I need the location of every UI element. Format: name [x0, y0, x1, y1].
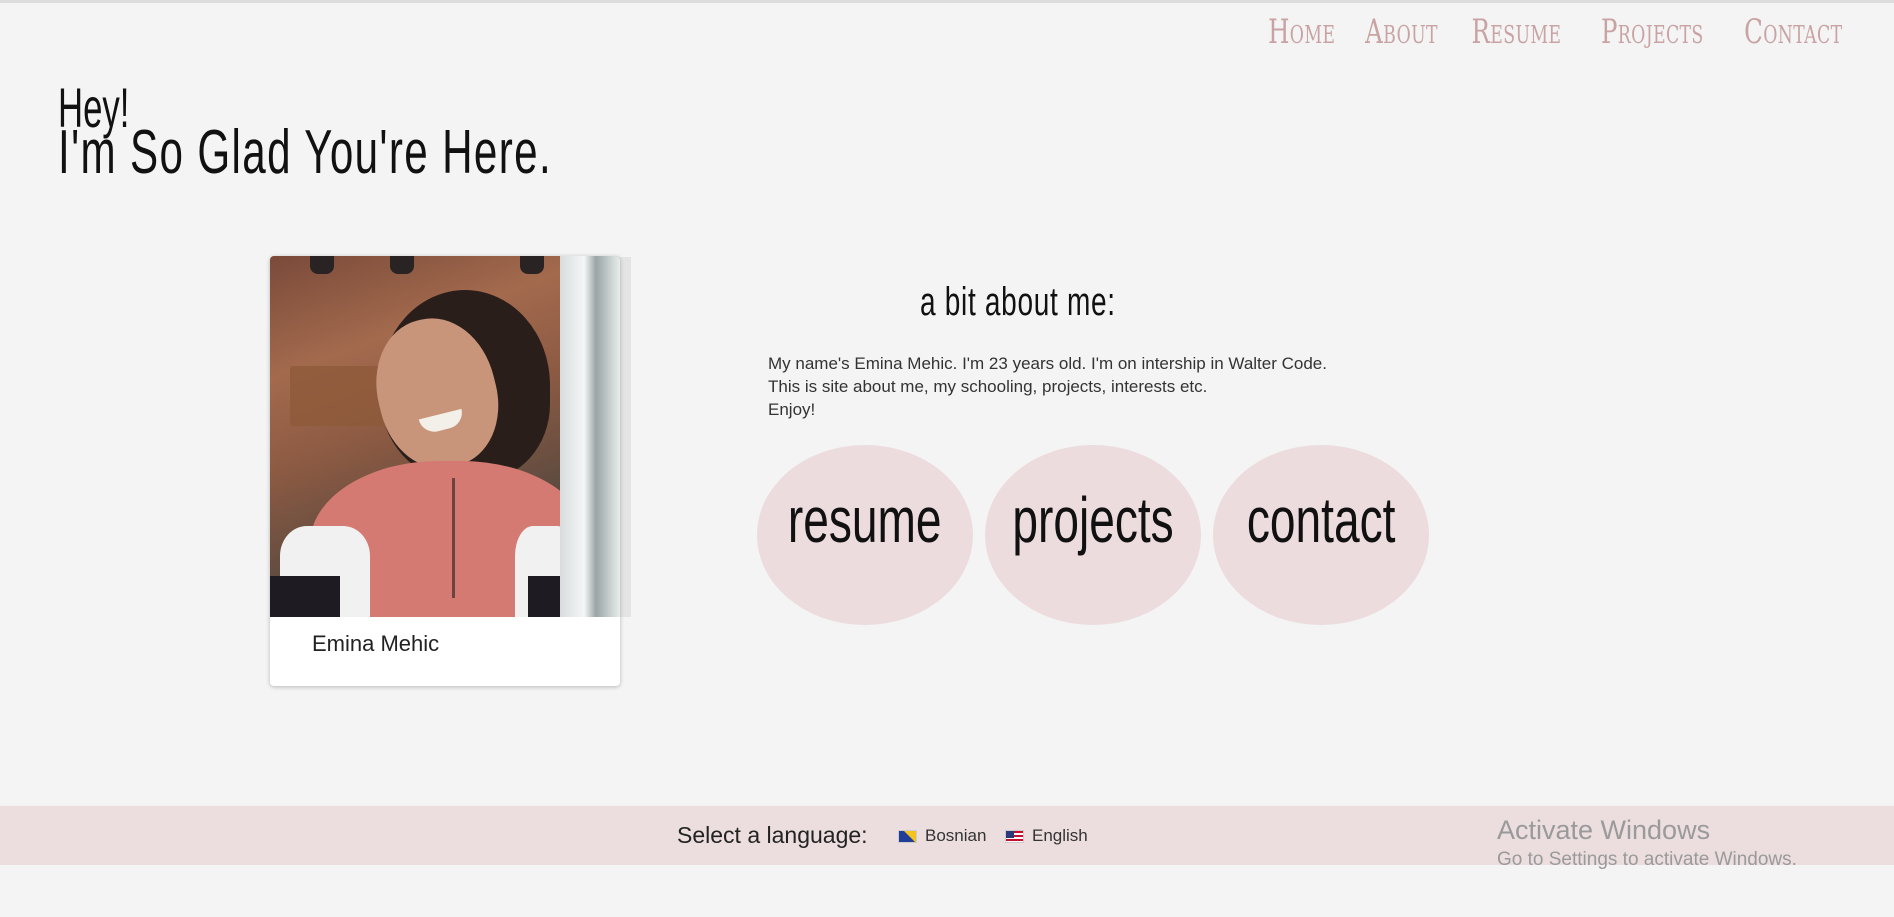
- resume-link[interactable]: resume: [757, 445, 973, 625]
- nav-contact[interactable]: Contact: [1745, 12, 1843, 52]
- profile-name: Emina Mehic: [312, 631, 440, 656]
- about-line: This is site about me, my schooling, pro…: [768, 377, 1208, 396]
- contact-link-label: contact: [1246, 484, 1396, 556]
- bosnia-flag-icon: [898, 829, 917, 843]
- profile-card: Emina Mehic: [270, 256, 620, 686]
- language-bosnian[interactable]: Bosnian: [898, 826, 986, 846]
- projects-link-label: projects: [1012, 484, 1174, 556]
- hero-welcome: I'm So Glad You're Here.: [58, 118, 553, 187]
- about-title: a bit about me:: [920, 280, 1116, 324]
- nav-projects[interactable]: Projects: [1601, 12, 1704, 52]
- about-text: My name's Emina Mehic. I'm 23 years old.…: [768, 352, 1327, 421]
- language-bosnian-label: Bosnian: [925, 826, 987, 845]
- resume-link-label: resume: [788, 484, 942, 556]
- activate-windows-title: Activate Windows: [1497, 815, 1711, 845]
- about-line: My name's Emina Mehic. I'm 23 years old.…: [768, 354, 1327, 373]
- projects-link[interactable]: projects: [985, 445, 1201, 625]
- main-nav: Home About Resume Projects Contact: [1269, 12, 1844, 52]
- activate-windows-subtitle: Go to Settings to activate Windows.: [1497, 849, 1797, 870]
- about-line: Enjoy!: [768, 400, 816, 419]
- profile-photo: [270, 256, 620, 617]
- nav-home[interactable]: Home: [1269, 12, 1336, 52]
- language-label: Select a language:: [677, 822, 868, 848]
- top-border: [0, 0, 1894, 3]
- us-flag-icon: [1005, 829, 1024, 843]
- nav-resume[interactable]: Resume: [1471, 12, 1561, 52]
- language-english[interactable]: English: [1005, 826, 1088, 846]
- nav-about[interactable]: About: [1365, 12, 1438, 52]
- language-english-label: English: [1032, 826, 1088, 845]
- activate-windows-watermark: Activate Windows Go to Settings to activ…: [1497, 813, 1797, 873]
- contact-link[interactable]: contact: [1213, 445, 1429, 625]
